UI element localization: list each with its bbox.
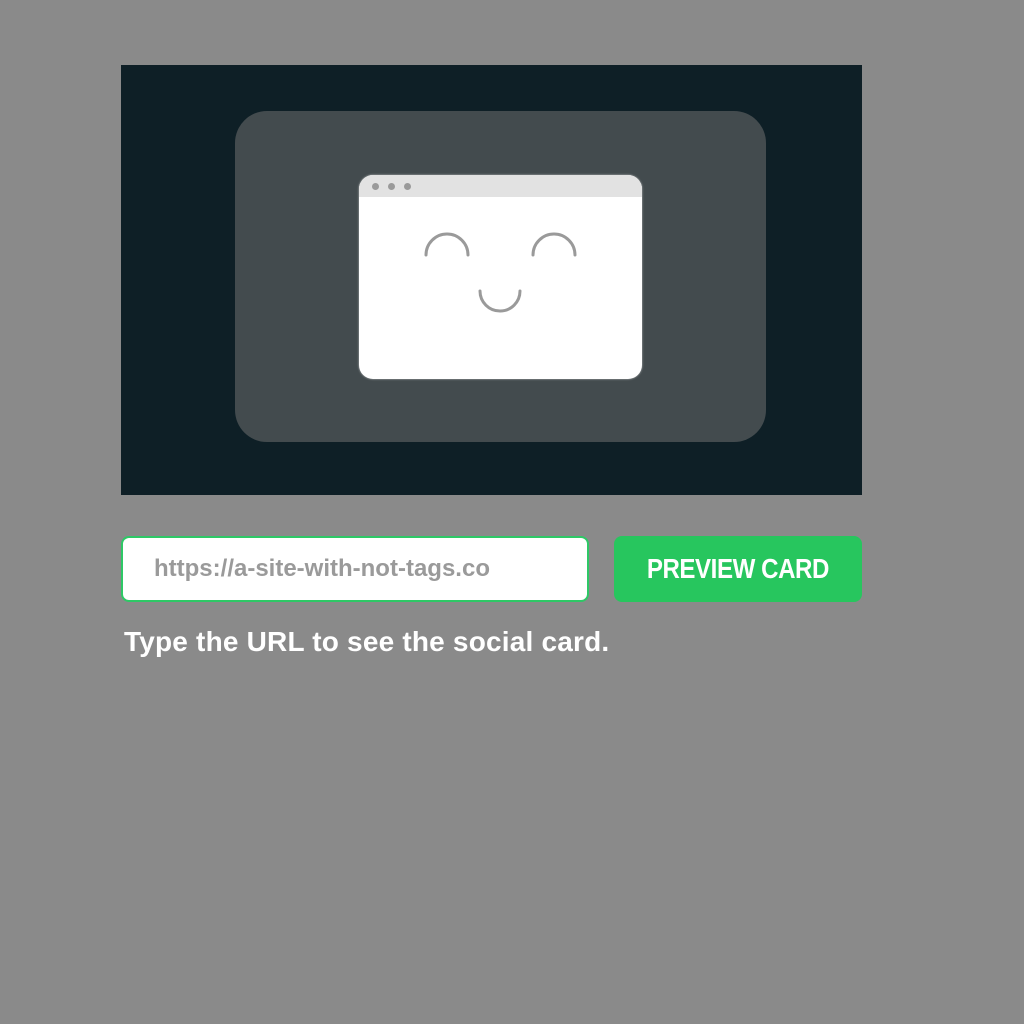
social-card-previewer: PREVIEW CARD Type the URL to see the soc…	[0, 0, 1024, 1024]
preview-card-button[interactable]: PREVIEW CARD	[614, 536, 862, 602]
preview-card-button-label: PREVIEW CARD	[646, 553, 830, 584]
mouth-icon	[478, 289, 522, 313]
help-text: Type the URL to see the social card.	[124, 626, 610, 657]
left-eye-icon	[424, 232, 470, 257]
url-input[interactable]	[121, 536, 589, 602]
smiling-browser-window-icon	[359, 175, 642, 379]
smiley-face-icon	[424, 232, 577, 313]
url-form: PREVIEW CARD	[121, 536, 862, 602]
placeholder-frame	[235, 111, 766, 442]
right-eye-icon	[531, 232, 577, 257]
social-card-preview-image	[121, 65, 862, 495]
